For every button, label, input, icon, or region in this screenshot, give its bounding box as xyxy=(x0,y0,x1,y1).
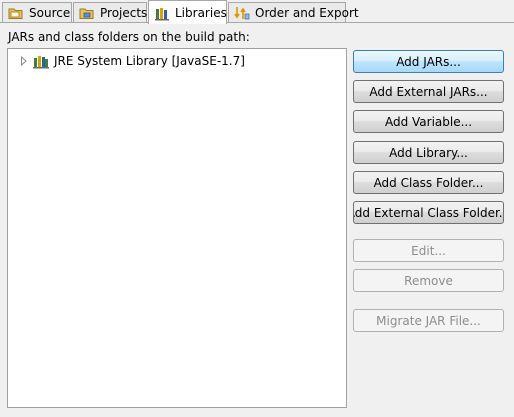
expand-arrow-icon[interactable] xyxy=(19,55,29,67)
tab-source[interactable]: Source xyxy=(2,2,72,23)
tree-item-label: JRE System Library [JavaSE-1.7] xyxy=(54,54,245,68)
jre-library-icon xyxy=(33,56,49,69)
build-path-tree[interactable]: JRE System Library [JavaSE-1.7] xyxy=(7,48,347,408)
build-path-label: JARs and class folders on the build path… xyxy=(8,30,250,44)
tab-bar: Source Projects Libraries Order and Expo… xyxy=(0,0,514,24)
migrate-jar-button[interactable]: Migrate JAR File... xyxy=(353,309,504,332)
tab-order-export-label: Order and Export xyxy=(255,6,359,20)
tab-source-label: Source xyxy=(29,6,71,20)
order-export-icon xyxy=(234,7,250,20)
remove-button[interactable]: Remove xyxy=(353,269,504,292)
edit-button[interactable]: Edit... xyxy=(353,239,504,262)
source-folder-icon xyxy=(8,8,23,19)
add-jars-button[interactable]: Add JARs... xyxy=(353,50,504,73)
tab-projects-label: Projects xyxy=(100,6,148,20)
projects-icon xyxy=(79,8,94,19)
tab-bar-divider xyxy=(0,22,514,23)
tab-projects[interactable]: Projects xyxy=(73,2,147,23)
add-class-folder-button[interactable]: Add Class Folder... xyxy=(353,171,504,194)
add-external-class-folder-button[interactable]: Add External Class Folder... xyxy=(353,201,504,224)
add-external-jars-button[interactable]: Add External JARs... xyxy=(353,80,504,103)
tab-order-export[interactable]: Order and Export xyxy=(228,2,359,23)
libraries-icon xyxy=(155,7,169,20)
add-variable-button[interactable]: Add Variable... xyxy=(353,110,504,133)
tab-libraries[interactable]: Libraries xyxy=(148,0,227,24)
tab-libraries-label: Libraries xyxy=(175,5,227,20)
add-library-button[interactable]: Add Library... xyxy=(353,141,504,164)
